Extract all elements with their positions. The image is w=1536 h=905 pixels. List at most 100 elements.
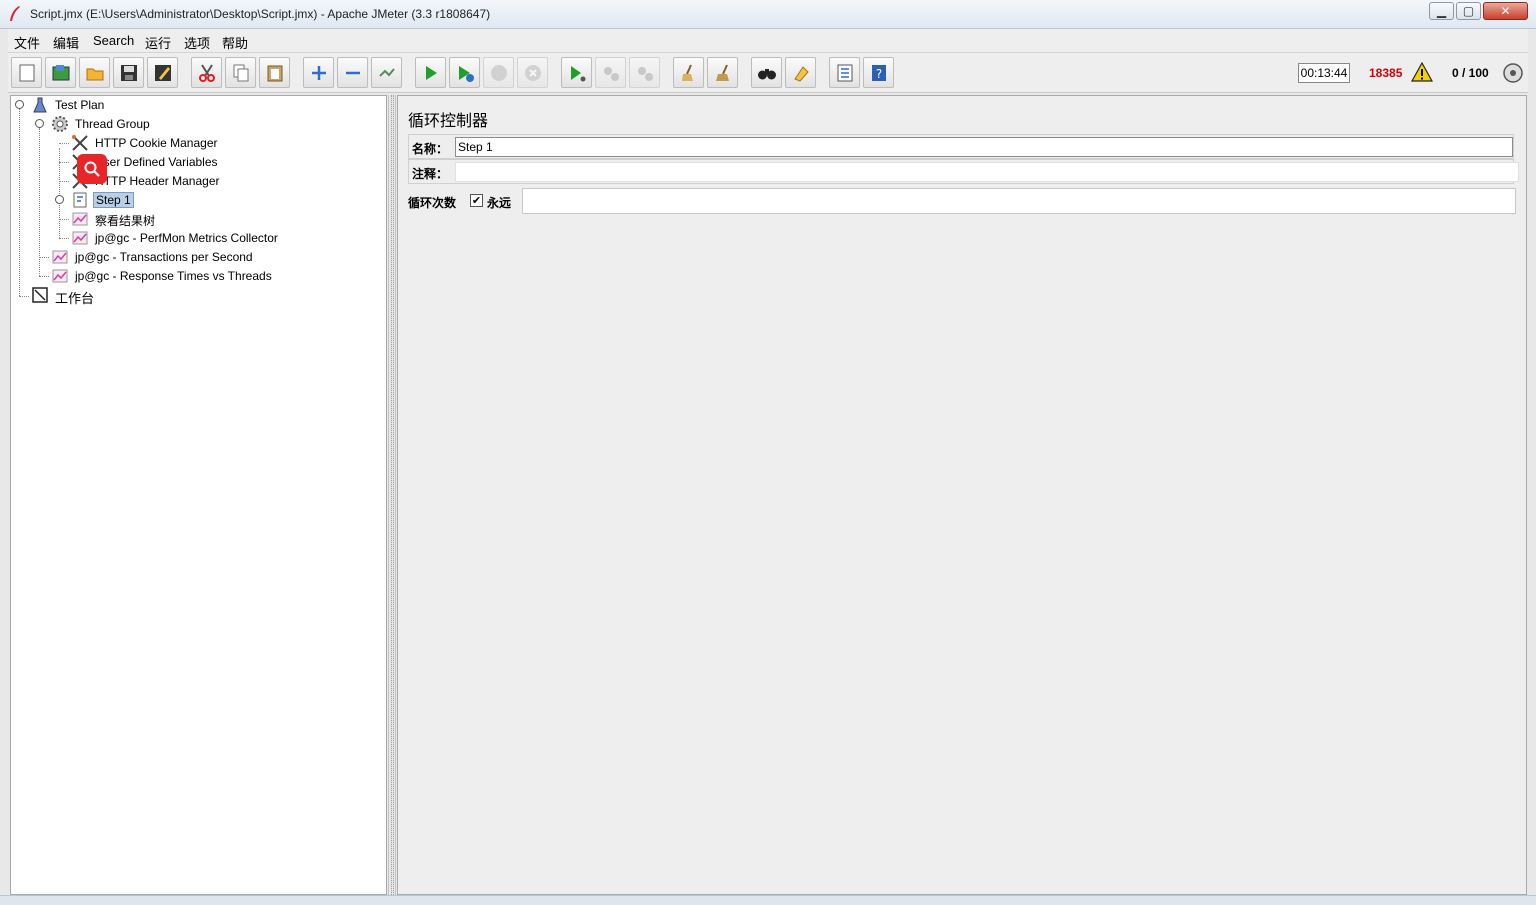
list-icon [837, 64, 853, 82]
panel-title: 循环控制器 [408, 111, 489, 130]
thread-group-toggle[interactable] [35, 119, 44, 128]
menu-bar: 文件 编辑 Search 运行 选项 帮助 [8, 29, 1528, 53]
active-threads: 0 / 100 [1452, 66, 1489, 80]
elapsed-timer: 00:13:44 [1298, 63, 1350, 83]
save-as-icon [155, 65, 171, 81]
help-icon: ? [872, 65, 886, 81]
cut-icon [199, 64, 215, 82]
toggle-button[interactable] [371, 57, 402, 88]
tree-label: jp@gc - PerfMon Metrics Collector [95, 231, 278, 245]
remote-start-icon [571, 66, 586, 82]
tree-connector [19, 108, 20, 296]
loop-controller-panel: 循环控制器 名称： Step 1 注释： 循环次数 ✔ 永远 [397, 95, 1527, 895]
start-button[interactable] [415, 57, 446, 88]
copy-icon [233, 64, 249, 82]
remote-stop-all-button[interactable] [595, 57, 626, 88]
remote-start-all-button[interactable] [561, 57, 592, 88]
save-button[interactable] [113, 57, 144, 88]
templates-button[interactable] [45, 57, 76, 88]
tree-label: 察看结果树 [95, 214, 156, 228]
reset-search-button[interactable] [785, 57, 816, 88]
tree-connector [59, 219, 69, 220]
maximize-icon: ▢ [1462, 4, 1475, 18]
tree-label: Step 1 [93, 192, 134, 208]
listener-graph-icon [52, 250, 68, 264]
reset-search-icon [794, 66, 809, 82]
close-icon: ✕ [1500, 4, 1511, 18]
warning-icon[interactable] [1411, 62, 1433, 82]
new-button[interactable] [11, 57, 42, 88]
pane-splitter[interactable] [388, 95, 396, 895]
menu-search[interactable]: Search [93, 33, 134, 48]
remote-shutdown-all-button[interactable] [629, 57, 660, 88]
listener-graph-icon [72, 231, 88, 245]
listener-graph-icon [72, 212, 88, 226]
save-icon [121, 65, 137, 81]
window-title: Script.jmx (E:\Users\Administrator\Deskt… [30, 7, 491, 21]
clear-all-icon [716, 64, 729, 81]
save-as-button[interactable] [147, 57, 178, 88]
comment-input[interactable] [455, 162, 1519, 182]
workbench-icon [32, 287, 48, 303]
name-input[interactable]: Step 1 [455, 137, 1513, 157]
search-button[interactable] [751, 57, 782, 88]
tree-connector [59, 143, 69, 144]
clear-button[interactable] [673, 57, 704, 88]
expand-button[interactable] [303, 57, 334, 88]
menu-edit[interactable]: 编辑 [53, 33, 79, 52]
minimize-icon: ▁ [1436, 4, 1447, 18]
clear-all-button[interactable] [707, 57, 738, 88]
remote-shutdown-icon [638, 67, 653, 81]
shutdown-icon [525, 65, 541, 81]
tree-connector [59, 238, 69, 239]
menu-file[interactable]: 文件 [14, 33, 40, 52]
broom-icon [682, 64, 693, 81]
play-icon [426, 66, 437, 80]
menu-help[interactable]: 帮助 [222, 33, 248, 52]
tree-connector [59, 181, 69, 182]
search-icon [84, 161, 100, 177]
remote-status-icon [1503, 63, 1523, 83]
copy-button[interactable] [225, 57, 256, 88]
stop-button[interactable] [483, 57, 514, 88]
loop-count-input[interactable] [522, 188, 1516, 214]
forever-label[interactable]: 永远 [487, 194, 511, 211]
toolbar: ? 00:13:44 18385 0 / 100 [8, 53, 1528, 93]
title-bar: Script.jmx (E:\Users\Administrator\Deskt… [0, 0, 1536, 29]
menu-run[interactable]: 运行 [145, 33, 171, 52]
maximize-button[interactable]: ▢ [1456, 2, 1481, 20]
minimize-button[interactable]: ▁ [1429, 2, 1454, 20]
window-bottom-border [0, 895, 1536, 905]
tree-label: User Defined Variables [95, 155, 218, 169]
function-helper-button[interactable] [829, 57, 860, 88]
forever-checkbox[interactable]: ✔ [470, 194, 483, 207]
close-button[interactable]: ✕ [1483, 2, 1528, 20]
comment-label: 注释： [412, 167, 449, 181]
test-plan-toggle[interactable] [15, 100, 24, 109]
tree-connector [59, 162, 69, 163]
tree-label: jp@gc - Transactions per Second [75, 250, 253, 264]
splitter-grip [391, 95, 394, 895]
tree-connector [19, 296, 29, 297]
svg-text:?: ? [876, 67, 882, 81]
start-no-pauses-button[interactable] [449, 57, 480, 88]
tree-label: jp@gc - Response Times vs Threads [75, 269, 272, 283]
listener-graph-icon [52, 269, 68, 283]
cut-button[interactable] [191, 57, 222, 88]
tree-label: Thread Group [75, 117, 150, 131]
tree-connector [39, 276, 49, 277]
search-overlay-badge[interactable] [77, 154, 107, 184]
step1-toggle[interactable] [55, 195, 64, 204]
menu-options[interactable]: 选项 [184, 33, 210, 52]
loop-count-label: 循环次数 [408, 196, 457, 210]
stop-icon [491, 65, 507, 81]
shutdown-button[interactable] [517, 57, 548, 88]
test-plan-tree: Test Plan Thread Group HTTP Cookie Manag… [10, 95, 387, 895]
tools-icon [72, 135, 88, 151]
help-button[interactable]: ? [863, 57, 894, 88]
new-file-icon [19, 64, 35, 82]
open-folder-icon [86, 68, 104, 81]
paste-button[interactable] [259, 57, 290, 88]
open-button[interactable] [79, 57, 110, 88]
collapse-button[interactable] [337, 57, 368, 88]
